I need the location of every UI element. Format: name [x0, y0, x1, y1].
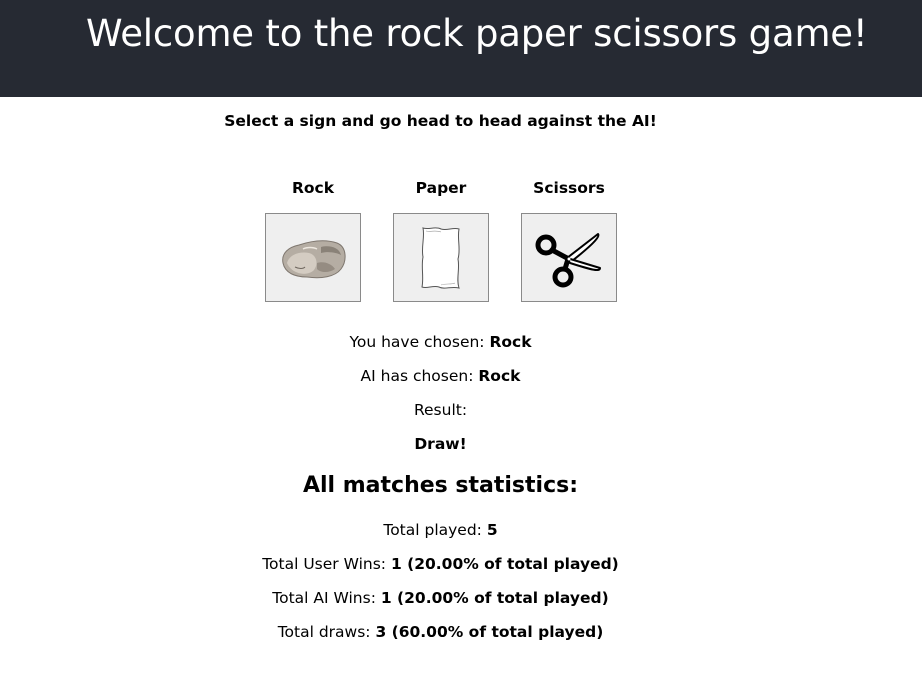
stat-draws: Total draws: 3 (60.00% of total played)	[0, 623, 881, 641]
paper-button[interactable]	[393, 213, 489, 302]
rock-button[interactable]	[265, 213, 361, 302]
stat-draws-value: 3 (60.00% of total played)	[375, 623, 604, 641]
stat-total-played: Total played: 5	[0, 521, 881, 539]
result-value: Draw!	[414, 435, 467, 453]
result-label: Result:	[413, 401, 468, 419]
option-scissors: Scissors	[521, 176, 617, 302]
rock-icon	[282, 239, 346, 278]
ai-choice-value: Rock	[478, 367, 521, 385]
user-choice-label: You have chosen:	[349, 333, 490, 351]
user-choice-value: Rock	[489, 333, 532, 351]
stat-ai-wins-label: Total AI Wins:	[272, 589, 381, 607]
scissors-icon	[535, 232, 601, 287]
stat-ai-wins-value: 1 (20.00% of total played)	[380, 589, 609, 607]
stat-user-wins-value: 1 (20.00% of total played)	[390, 555, 619, 573]
stat-total-value: 5	[486, 521, 498, 539]
option-rock: Rock	[265, 176, 361, 302]
stats-title: All matches statistics:	[302, 473, 579, 498]
stat-draws-label: Total draws:	[277, 623, 376, 641]
stat-user-wins: Total User Wins: 1 (20.00% of total play…	[0, 555, 881, 573]
scissors-label: Scissors	[533, 179, 605, 197]
stat-total-label: Total played:	[383, 521, 487, 539]
stat-user-wins-label: Total User Wins:	[262, 555, 391, 573]
paper-icon	[421, 226, 460, 289]
ai-choice-label: AI has chosen:	[360, 367, 479, 385]
paper-label: Paper	[415, 179, 467, 197]
page-header: Welcome to the rock paper scissors game!	[0, 0, 922, 97]
page-title: Welcome to the rock paper scissors game!	[86, 12, 868, 55]
scissors-button[interactable]	[521, 213, 617, 302]
rock-label: Rock	[291, 179, 335, 197]
option-paper: Paper	[393, 176, 489, 302]
user-choice: You have chosen: Rock	[0, 333, 881, 351]
stat-ai-wins: Total AI Wins: 1 (20.00% of total played…	[0, 589, 881, 607]
ai-choice: AI has chosen: Rock	[0, 367, 881, 385]
instructions-text: Select a sign and go head to head agains…	[224, 112, 657, 130]
